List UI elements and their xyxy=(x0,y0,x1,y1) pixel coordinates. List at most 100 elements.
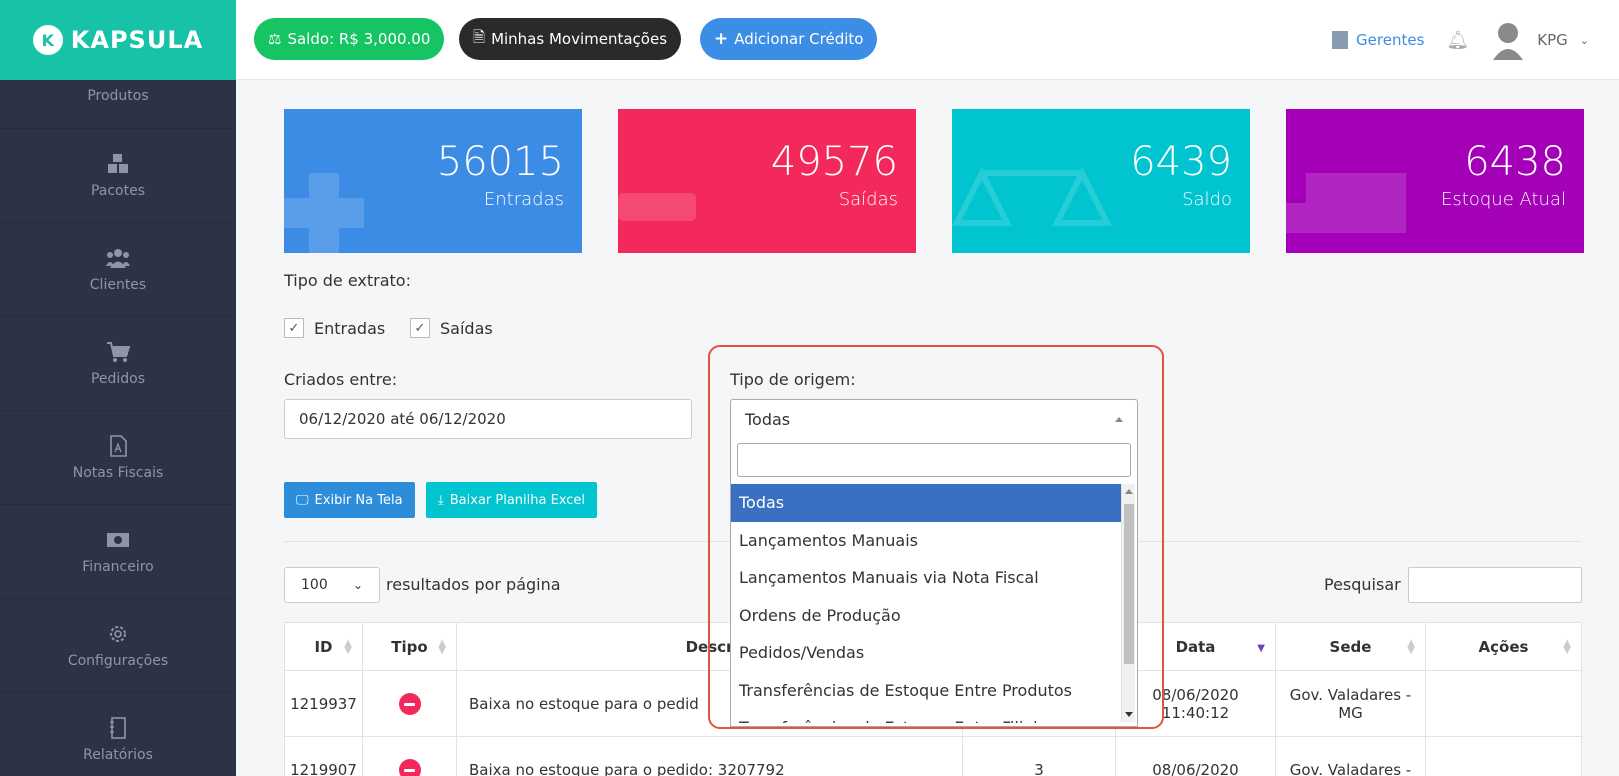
kapsula-logo-icon: K xyxy=(32,25,63,55)
dropdown-search-input[interactable] xyxy=(737,443,1131,477)
exibir-label: Exibir Na Tela xyxy=(314,492,403,508)
minus-icon xyxy=(618,193,696,221)
check-icon: ✓ xyxy=(284,318,304,338)
bell-icon[interactable]: 🔔︎ xyxy=(1446,30,1469,51)
stat-label: Saídas xyxy=(838,189,898,210)
cell-acoes xyxy=(1425,736,1582,776)
criados-entre-label: Criados entre: xyxy=(284,370,398,389)
movimentacoes-label: Minhas Movimentações xyxy=(491,30,668,48)
document-icon: 🗎 xyxy=(473,27,486,46)
avatar xyxy=(1491,20,1525,60)
topbar: ⚖ Saldo: R$ 3,000.00 🗎 Minhas Movimentaç… xyxy=(236,0,1619,80)
check-icon: ✓ xyxy=(410,318,430,338)
tipo-origem-value: Todas xyxy=(745,410,791,429)
date-range-input[interactable]: 06/12/2020 até 06/12/2020 xyxy=(284,399,692,439)
stat-value: 56015 xyxy=(436,139,564,185)
sidebar-item-notas-fiscais[interactable]: Notas Fiscais xyxy=(0,411,236,505)
username: KPG xyxy=(1537,31,1568,49)
option-todas[interactable]: Todas xyxy=(731,484,1121,522)
option-transferencias-produtos[interactable]: Transferências de Estoque Entre Produtos xyxy=(731,672,1121,710)
sidebar-item-label: Financeiro xyxy=(82,558,154,575)
saidas-checkbox[interactable]: ✓ Saídas xyxy=(410,318,493,338)
sidebar-item-label: Relatórios xyxy=(83,746,153,763)
tipo-origem-select[interactable]: Todas xyxy=(730,399,1138,439)
option-lancamentos-manuais[interactable]: Lançamentos Manuais xyxy=(731,522,1121,560)
sidebar-item-label: Pacotes xyxy=(90,182,146,199)
balance-scale-icon: ⚖ xyxy=(268,30,282,48)
tipo-origem-dropdown: Todas Lançamentos Manuais Lançamentos Ma… xyxy=(730,439,1138,727)
table-row: 1219907 Baixa no estoque para o pedido: … xyxy=(284,736,1582,776)
saldo-button[interactable]: ⚖ Saldo: R$ 3,000.00 xyxy=(254,18,445,60)
stat-label: Estoque Atual xyxy=(1441,189,1566,210)
column-header-tipo[interactable]: Tipo ▲ ▼ xyxy=(362,622,457,671)
cubes-icon xyxy=(105,153,131,175)
saidas-label: Saídas xyxy=(440,318,493,338)
scroll-up-icon[interactable] xyxy=(1125,489,1133,494)
stat-value: 49576 xyxy=(770,139,898,185)
sidebar-item-produtos[interactable]: Produtos xyxy=(0,80,236,129)
main-content: 56015 Entradas 49576 Saídas 6439 Saldo 6… xyxy=(236,81,1619,776)
option-transferencias-filiais[interactable]: Transferências de Estoque Entre Filiais xyxy=(731,709,1121,723)
option-lancamentos-nota-fiscal[interactable]: Lançamentos Manuais via Nota Fiscal xyxy=(731,559,1121,597)
tipo-extrato-label: Tipo de extrato: xyxy=(284,271,411,290)
plus-icon xyxy=(284,173,364,253)
baixar-label: Baixar Planilha Excel xyxy=(449,492,586,508)
brand-logo[interactable]: K KAPSULA xyxy=(0,0,236,80)
search-input[interactable] xyxy=(1408,567,1582,603)
sidebar: K KAPSULA Produtos Pacotes Clientes Pedi… xyxy=(0,0,236,776)
sidebar-item-configuracoes[interactable]: Configurações xyxy=(0,599,236,693)
stat-value: 6438 xyxy=(1464,139,1566,185)
chevron-down-icon: ⌄ xyxy=(352,578,363,592)
cell-id: 1219907 xyxy=(284,736,363,776)
scroll-down-icon[interactable] xyxy=(1125,712,1133,717)
column-header-data[interactable]: Data ▼ xyxy=(1115,622,1276,671)
sidebar-item-pedidos[interactable]: Pedidos xyxy=(0,317,236,411)
entradas-label: Entradas xyxy=(314,318,386,338)
baixar-planilha-button[interactable]: ⤓ Baixar Planilha Excel xyxy=(426,482,598,518)
gear-icon xyxy=(105,623,131,645)
per-page-select[interactable]: 100 ⌄ xyxy=(284,567,380,603)
column-header-sede[interactable]: Sede ▲ ▼ xyxy=(1275,622,1426,671)
column-header-id[interactable]: ID ▲ ▼ xyxy=(284,622,363,671)
cart-icon xyxy=(105,341,131,363)
sidebar-item-label: Notas Fiscais xyxy=(72,464,164,481)
cell-id: 1219937 xyxy=(284,670,363,737)
adicionar-credito-label: Adicionar Crédito xyxy=(734,30,864,48)
stat-card-estoque: 6438 Estoque Atual xyxy=(1286,109,1584,253)
stat-card-entradas: 56015 Entradas xyxy=(284,109,582,253)
user-menu[interactable]: KPG ⌄ xyxy=(1491,20,1589,60)
balance-scale-icon xyxy=(952,166,1112,226)
option-ordens-producao[interactable]: Ordens de Produção xyxy=(731,597,1121,635)
exibir-na-tela-button[interactable]: 🖵 Exibir Na Tela xyxy=(284,482,415,518)
column-header-acoes[interactable]: Ações ▲ ▼ xyxy=(1425,622,1582,671)
adicionar-credito-button[interactable]: + Adicionar Crédito xyxy=(700,18,878,60)
dropdown-scrollbar[interactable] xyxy=(1121,484,1135,722)
minus-circle-icon xyxy=(398,759,421,776)
sidebar-item-pacotes[interactable]: Pacotes xyxy=(0,129,236,223)
cell-tipo xyxy=(362,670,457,737)
sidebar-item-financeiro[interactable]: Financeiro xyxy=(0,505,236,599)
sidebar-item-relatorios[interactable]: Relatórios xyxy=(0,693,236,776)
movimentacoes-button[interactable]: 🗎 Minhas Movimentações xyxy=(459,18,682,60)
sidebar-item-clientes[interactable]: Clientes xyxy=(0,223,236,317)
dropdown-options: Todas Lançamentos Manuais Lançamentos Ma… xyxy=(731,484,1121,723)
download-icon: ⤓ xyxy=(438,492,444,508)
manager-icon xyxy=(1332,31,1349,49)
cell-descricao: Baixa no estoque para o pedido: 3207792 xyxy=(456,736,963,776)
stat-card-saldo: 6439 Saldo xyxy=(952,109,1250,253)
scroll-thumb[interactable] xyxy=(1124,504,1134,664)
cell-sede: Gov. Valadares - MG xyxy=(1275,670,1426,737)
cell-quantidade: 3 xyxy=(962,736,1116,776)
per-page-label: resultados por página xyxy=(386,575,561,594)
gerentes-label: Gerentes xyxy=(1356,31,1425,49)
tipo-origem-label: Tipo de origem: xyxy=(730,370,856,389)
cell-data: 08/06/2020 11:40:12 xyxy=(1115,670,1276,737)
option-pedidos-vendas[interactable]: Pedidos/Vendas xyxy=(731,634,1121,672)
entradas-checkbox[interactable]: ✓ Entradas xyxy=(284,318,385,338)
stat-value: 6439 xyxy=(1130,139,1232,185)
truck-icon xyxy=(1286,173,1406,233)
cell-acoes xyxy=(1425,670,1582,737)
sidebar-item-label: Pedidos xyxy=(90,370,146,387)
gerentes-link[interactable]: Gerentes xyxy=(1332,31,1424,49)
stat-label: Saldo xyxy=(1182,189,1232,210)
